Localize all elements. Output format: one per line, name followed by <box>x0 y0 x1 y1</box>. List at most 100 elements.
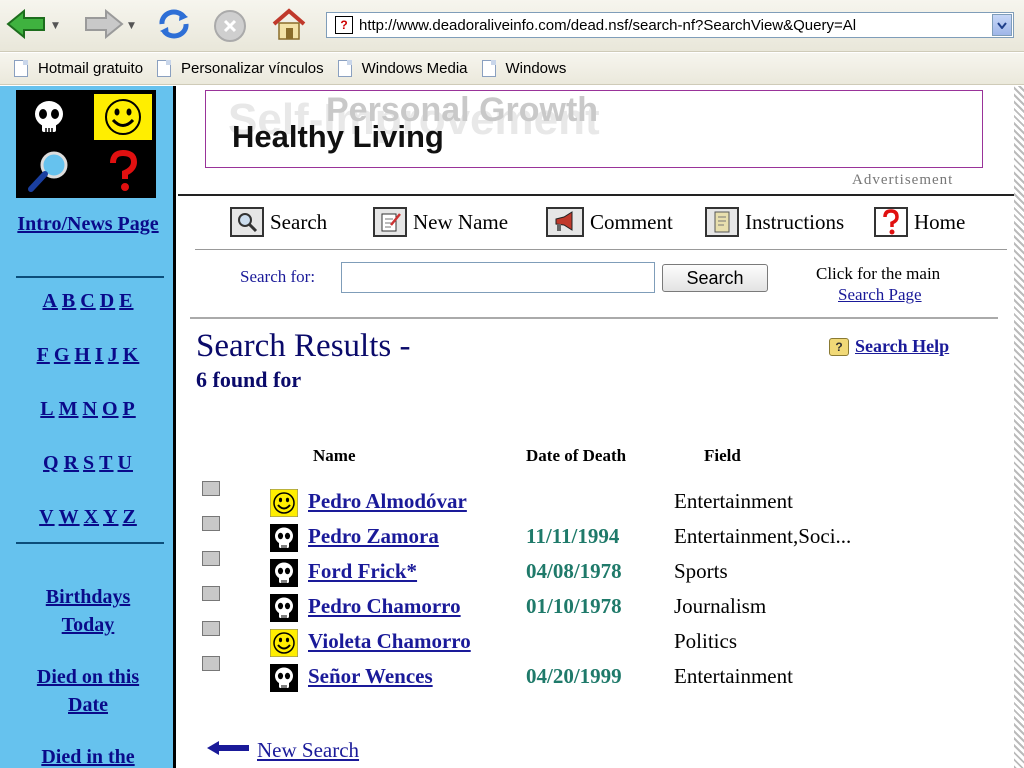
nav-letter-a[interactable]: A <box>42 290 57 312</box>
nav-letter-f[interactable]: F <box>37 344 50 366</box>
advertisement-banner[interactable]: Self-Improvement Personal Growth Healthy… <box>205 90 983 168</box>
person-name-link[interactable]: Ford Frick* <box>308 559 417 584</box>
forward-button[interactable]: ▼ <box>82 8 135 44</box>
nav-letter-r[interactable]: R <box>64 452 79 474</box>
row-checkbox[interactable] <box>202 656 220 671</box>
nav-letter-u[interactable]: U <box>118 452 133 474</box>
nav-letters-row-3: LMNOP <box>0 398 176 421</box>
divider <box>178 194 1024 196</box>
question-mark-icon <box>94 148 152 194</box>
url-text[interactable]: http://www.deadoraliveinfo.com/dead.nsf/… <box>359 17 992 34</box>
nav-letter-n[interactable]: N <box>83 398 98 420</box>
nav-letter-h[interactable]: H <box>74 344 91 366</box>
skull-icon <box>268 559 300 587</box>
skull-icon <box>268 524 300 552</box>
search-page-link[interactable]: Search Page <box>838 285 922 305</box>
date-of-death: 04/08/1978 <box>526 559 622 583</box>
links-item-label: Windows Media <box>361 60 468 77</box>
links-item-hotmail[interactable]: Hotmail gratuito <box>14 60 143 77</box>
results-title: Search Results - <box>196 328 411 364</box>
search-help[interactable]: ? Search Help <box>829 336 949 357</box>
skull-icon <box>268 594 300 622</box>
divider <box>195 249 1007 250</box>
row-checkbox[interactable] <box>202 586 220 601</box>
divider <box>190 317 998 319</box>
toolbar-home[interactable]: Home <box>874 205 965 239</box>
search-button[interactable]: Search <box>662 264 768 292</box>
row-checkbox[interactable] <box>202 621 220 636</box>
date-of-death: 01/10/1978 <box>526 594 622 618</box>
skull-icon <box>268 664 300 692</box>
site-logo[interactable] <box>16 90 156 198</box>
links-item-windows[interactable]: Windows <box>481 60 566 77</box>
person-name-link[interactable]: Pedro Chamorro <box>308 594 461 619</box>
house-icon <box>270 7 308 46</box>
nav-letter-s[interactable]: S <box>83 452 95 474</box>
links-item-windows-media[interactable]: Windows Media <box>337 60 468 77</box>
nav-letter-j[interactable]: J <box>108 344 119 366</box>
toolbar-instructions[interactable]: Instructions <box>705 205 844 239</box>
column-header-name: Name <box>313 446 356 465</box>
nav-letter-m[interactable]: M <box>59 398 79 420</box>
nav-letter-c[interactable]: C <box>80 290 95 312</box>
stop-icon <box>214 10 246 42</box>
question-mark-icon <box>874 207 908 237</box>
ad-headline: Healthy Living <box>232 119 444 154</box>
toolbar-label: Instructions <box>745 209 845 234</box>
megaphone-icon <box>546 207 584 237</box>
nav-letter-d[interactable]: D <box>100 290 115 312</box>
search-help-link: Search Help <box>855 336 950 356</box>
address-bar[interactable]: ? http://www.deadoraliveinfo.com/dead.ns… <box>326 12 1014 38</box>
nav-letter-q[interactable]: Q <box>43 452 60 474</box>
new-search[interactable]: New Search <box>205 738 359 763</box>
toolbar-label: Search <box>270 209 328 234</box>
chevron-down-icon[interactable]: ▼ <box>128 21 135 31</box>
nav-letter-i[interactable]: I <box>95 344 104 366</box>
person-name-link[interactable]: Pedro Zamora <box>308 524 439 549</box>
links-bar: Hotmail gratuito Personalizar vínculos W… <box>0 53 1024 85</box>
nav-intro-news-page[interactable]: Intro/News Page <box>0 210 176 238</box>
row-checkbox[interactable] <box>202 481 220 496</box>
nav-letters-row-2: FGHIJK <box>0 344 176 367</box>
field-value: Entertainment <box>674 664 793 688</box>
table-row: Ford Frick* 04/08/1978 Sports <box>0 551 1024 594</box>
skull-icon <box>20 94 78 140</box>
search-input[interactable] <box>341 262 655 293</box>
nav-letter-e[interactable]: E <box>119 290 133 312</box>
browser-toolbar: ▼ ▼ ? http://www.deadoraliveinfo.com/dea… <box>0 0 1024 52</box>
search-page-caption: Click for the main <box>816 264 941 283</box>
person-name-link[interactable]: Pedro Almodóvar <box>308 489 467 514</box>
chevron-down-icon[interactable]: ▼ <box>52 21 59 31</box>
toolbar-search[interactable]: Search <box>230 205 327 239</box>
toolbar-label: New Name <box>413 209 509 234</box>
book-icon <box>705 207 739 237</box>
frame-border <box>1014 86 1024 768</box>
person-name-link[interactable]: Violeta Chamorro <box>308 629 471 654</box>
stop-button[interactable] <box>214 8 246 44</box>
nav-letter-b[interactable]: B <box>62 290 76 312</box>
refresh-button[interactable] <box>156 8 192 44</box>
page-icon <box>481 60 496 77</box>
toolbar-new-name[interactable]: New Name <box>373 205 508 239</box>
person-name-link[interactable]: Señor Wences <box>308 664 433 689</box>
home-button[interactable] <box>270 7 308 46</box>
nav-letter-o[interactable]: O <box>102 398 119 420</box>
notepad-icon <box>373 207 407 237</box>
nav-letter-l[interactable]: L <box>40 398 54 420</box>
address-dropdown-button[interactable] <box>992 14 1012 36</box>
date-of-death: 11/11/1994 <box>526 524 620 548</box>
nav-letter-p[interactable]: P <box>123 398 136 420</box>
results-count: 6 found for <box>196 367 302 392</box>
row-checkbox[interactable] <box>202 516 220 531</box>
nav-letter-k[interactable]: K <box>123 344 140 366</box>
field-value: Politics <box>674 629 738 653</box>
back-button[interactable]: ▼ <box>6 8 59 44</box>
advertisement-label: Advertisement <box>852 172 954 188</box>
nav-letter-g[interactable]: G <box>54 344 71 366</box>
row-checkbox[interactable] <box>202 551 220 566</box>
nav-died-in-the[interactable]: Died in the <box>0 743 176 768</box>
field-value: Entertainment,Soci... <box>674 524 852 548</box>
toolbar-comment[interactable]: Comment <box>546 205 673 239</box>
nav-letter-t[interactable]: T <box>99 452 113 474</box>
links-item-personalizar[interactable]: Personalizar vínculos <box>157 60 324 77</box>
